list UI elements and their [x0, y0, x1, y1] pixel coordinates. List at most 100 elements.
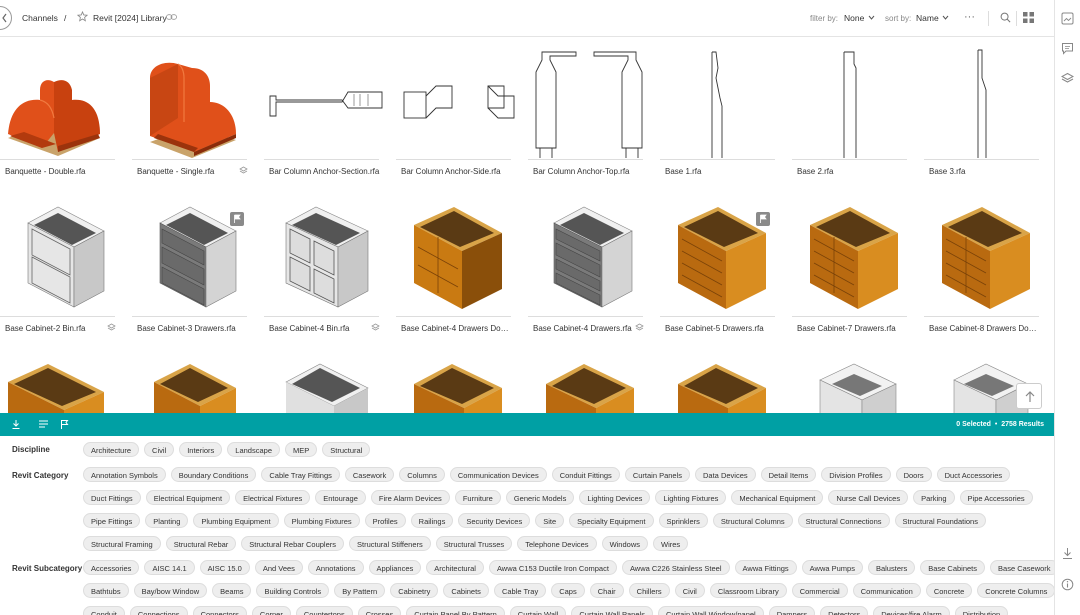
- filter-chip[interactable]: Structural Trusses: [435, 536, 513, 551]
- filter-chip[interactable]: Structural Connections: [797, 513, 890, 528]
- filter-chip[interactable]: Commercial: [791, 583, 848, 598]
- filter-chip[interactable]: Nurse Call Devices: [828, 490, 909, 505]
- card-title[interactable]: Base Cabinet-5 Drawers.rfa: [665, 324, 777, 333]
- filter-chip[interactable]: Sprinklers: [658, 513, 708, 528]
- filter-chip[interactable]: Cabinets: [443, 583, 489, 598]
- back-button[interactable]: [0, 6, 12, 30]
- filter-chip[interactable]: Base Casework: [990, 560, 1054, 575]
- filter-chip[interactable]: Electrical Equipment: [145, 490, 231, 505]
- content-card[interactable]: Base Cabinet-8 Drawers Double...: [924, 195, 1044, 345]
- filter-chip[interactable]: Wires: [653, 536, 689, 551]
- content-card[interactable]: Bar Column Anchor-Side.rfa: [396, 38, 516, 188]
- info-icon[interactable]: [1061, 578, 1074, 591]
- filter-chip[interactable]: Architectural: [426, 560, 484, 575]
- content-card[interactable]: [528, 354, 648, 413]
- filter-chip[interactable]: Awwa C153 Ductile Iron Compact: [488, 560, 617, 575]
- content-card[interactable]: [132, 354, 252, 413]
- scroll-to-top-button[interactable]: [1016, 383, 1042, 409]
- card-title[interactable]: Bar Column Anchor-Side.rfa: [401, 167, 513, 176]
- filter-chip[interactable]: Duct Fittings: [83, 490, 141, 505]
- filter-chip[interactable]: Data Devices: [695, 467, 756, 482]
- content-card[interactable]: Base Cabinet-4 Drawers Double...: [396, 195, 516, 345]
- download-icon[interactable]: [1061, 547, 1074, 560]
- filter-chip[interactable]: Dampers: [768, 606, 816, 615]
- filter-chip[interactable]: Countertops: [295, 606, 353, 615]
- filter-chip[interactable]: Telephone Devices: [517, 536, 597, 551]
- card-title[interactable]: Bar Column Anchor-Section.rfa: [269, 167, 381, 176]
- filter-chip[interactable]: AISC 14.1: [144, 560, 195, 575]
- filter-chip[interactable]: Annotation Symbols: [83, 467, 166, 482]
- filter-chip[interactable]: Fire Alarm Devices: [370, 490, 450, 505]
- content-card[interactable]: Base Cabinet-4 Bin.rfa: [264, 195, 384, 345]
- filter-chip[interactable]: Windows: [601, 536, 648, 551]
- card-title[interactable]: Base Cabinet-4 Drawers.rfa: [533, 324, 645, 333]
- filter-chip[interactable]: By Pattern: [334, 583, 386, 598]
- filter-chip[interactable]: Awwa C226 Stainless Steel: [621, 560, 730, 575]
- filter-chip[interactable]: Building Controls: [256, 583, 330, 598]
- filter-chip[interactable]: Detail Items: [760, 467, 817, 482]
- card-title[interactable]: Banquette - Single.rfa: [137, 167, 249, 176]
- flag-icon[interactable]: [756, 212, 770, 226]
- grid-view-icon[interactable]: [1023, 12, 1034, 23]
- filter-chip[interactable]: Security Devices: [458, 513, 531, 528]
- filter-chip[interactable]: Plumbing Fixtures: [283, 513, 360, 528]
- filter-chip[interactable]: AISC 15.0: [199, 560, 250, 575]
- filter-chip[interactable]: MEP: [285, 442, 318, 457]
- filter-chip[interactable]: Annotations: [307, 560, 364, 575]
- flag-icon[interactable]: [230, 212, 244, 226]
- filter-chip[interactable]: Communication: [852, 583, 921, 598]
- content-card[interactable]: Base 2.rfa: [792, 38, 912, 188]
- filter-chip[interactable]: Beams: [212, 583, 252, 598]
- filter-chip[interactable]: Chillers: [628, 583, 670, 598]
- filter-chip[interactable]: Planting: [145, 513, 189, 528]
- filter-chip[interactable]: Structural Rebar: [165, 536, 237, 551]
- chevron-down-icon[interactable]: [942, 15, 949, 20]
- search-icon[interactable]: [1000, 12, 1011, 23]
- content-card[interactable]: Base Cabinet-3 Drawers.rfa: [132, 195, 252, 345]
- breadcrumb-channels[interactable]: Channels: [22, 13, 58, 23]
- filter-chip[interactable]: Columns: [399, 467, 445, 482]
- filter-chip[interactable]: Awwa Fittings: [734, 560, 797, 575]
- card-title[interactable]: Base Cabinet-4 Bin.rfa: [269, 324, 381, 333]
- filter-chip[interactable]: Railings: [410, 513, 454, 528]
- filter-chip[interactable]: Electrical Fixtures: [235, 490, 311, 505]
- filter-chip[interactable]: Profiles: [364, 513, 406, 528]
- filter-chip[interactable]: Curtain Wall Window/panel: [657, 606, 764, 615]
- filter-chip[interactable]: Pipe Fittings: [83, 513, 141, 528]
- content-card[interactable]: Base 3.rfa: [924, 38, 1044, 188]
- filter-chip[interactable]: Balusters: [867, 560, 916, 575]
- comment-icon[interactable]: [1061, 42, 1074, 55]
- filter-chip[interactable]: Lighting Fixtures: [655, 490, 727, 505]
- content-card[interactable]: Base Cabinet-2 Bin.rfa: [0, 195, 120, 345]
- filter-chip[interactable]: Corner: [251, 606, 291, 615]
- content-card[interactable]: Base Cabinet-5 Drawers.rfa: [660, 195, 780, 345]
- filter-chip[interactable]: Cable Tray Fittings: [261, 467, 340, 482]
- filter-chip[interactable]: Casework: [344, 467, 395, 482]
- filter-chip[interactable]: Site: [535, 513, 565, 528]
- content-card[interactable]: Bar Column Anchor-Top.rfa: [528, 38, 648, 188]
- filter-chip[interactable]: Cable Tray: [493, 583, 547, 598]
- card-title[interactable]: Base Cabinet-2 Bin.rfa: [5, 324, 117, 333]
- filter-chip[interactable]: Pipe Accessories: [959, 490, 1033, 505]
- card-title[interactable]: Base 1.rfa: [665, 167, 777, 176]
- filter-chip[interactable]: Boundary Conditions: [170, 467, 257, 482]
- filter-chip[interactable]: Architecture: [83, 442, 140, 457]
- filter-chip[interactable]: Bathtubs: [83, 583, 129, 598]
- filter-chip[interactable]: Plumbing Equipment: [193, 513, 279, 528]
- filter-chip[interactable]: Curtain Wall Panels: [571, 606, 653, 615]
- filter-dropdown[interactable]: None: [844, 13, 864, 23]
- chevron-down-icon[interactable]: [868, 15, 875, 20]
- content-card[interactable]: Base Cabinet-4 Drawers.rfa: [528, 195, 648, 345]
- content-card[interactable]: [396, 354, 516, 413]
- layers-icon[interactable]: [1061, 72, 1074, 85]
- filter-chip[interactable]: Connections: [129, 606, 188, 615]
- card-title[interactable]: Base 3.rfa: [929, 167, 1041, 176]
- filter-chip[interactable]: Crosses: [357, 606, 402, 615]
- filter-chip[interactable]: Division Profiles: [821, 467, 891, 482]
- filter-chip[interactable]: Mechanical Equipment: [731, 490, 824, 505]
- filter-chip[interactable]: Civil: [674, 583, 705, 598]
- filter-chip[interactable]: Landscape: [227, 442, 280, 457]
- filter-chip[interactable]: Concrete: [925, 583, 973, 598]
- content-card[interactable]: Base 1.rfa: [660, 38, 780, 188]
- filter-chip[interactable]: Base Cabinets: [920, 560, 986, 575]
